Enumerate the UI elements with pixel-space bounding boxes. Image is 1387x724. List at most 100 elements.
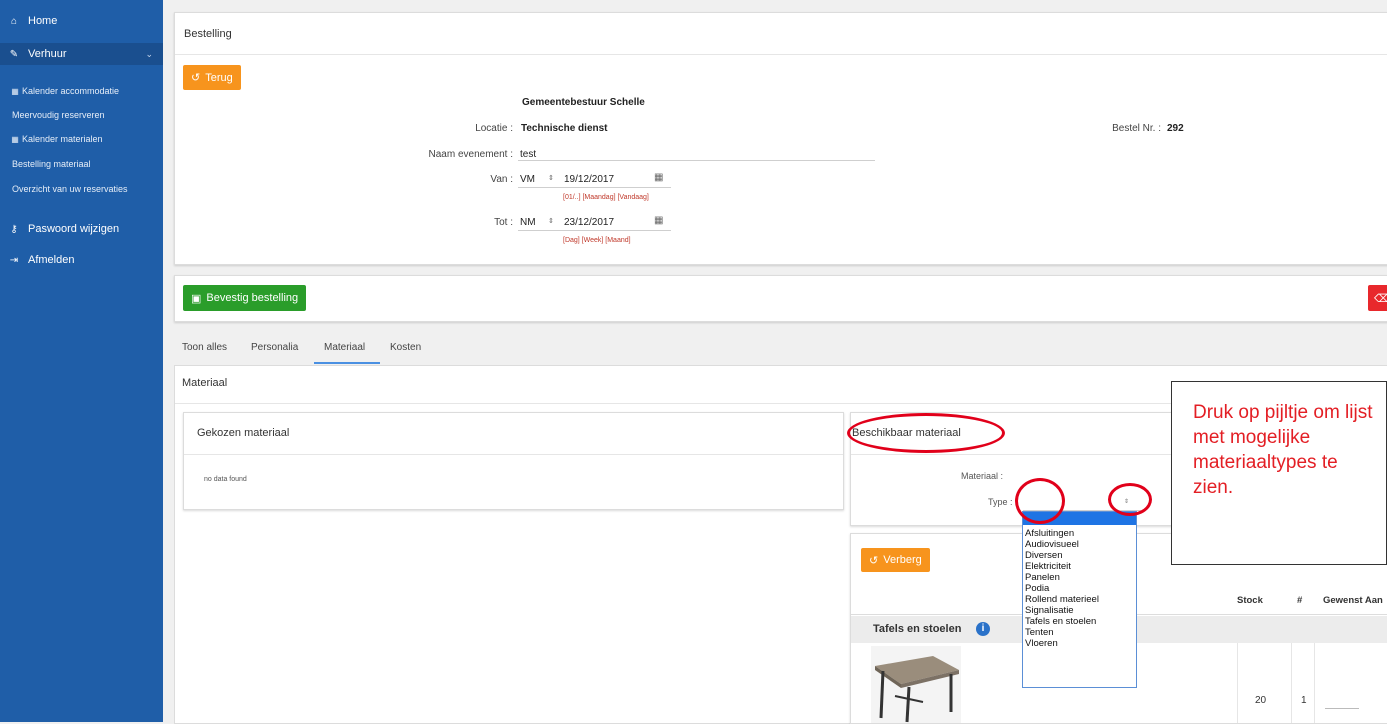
divider [851,454,1181,455]
sidebar-item-label: Verhuur [28,48,67,60]
tab-materiaal[interactable]: Materiaal [324,342,365,353]
dropdown-option[interactable]: Tenten [1023,627,1136,638]
sidebar-item-verhuur[interactable]: ✎ Verhuur ⌄ [0,43,163,65]
from-daypart-select[interactable]: VM [520,174,535,185]
delete-button[interactable]: ⌫ [1368,285,1387,311]
hide-button[interactable]: ↺ Verberg [861,548,930,572]
event-label: Naam evenement : [428,149,514,160]
chevron-down-icon: ⌄ [145,48,153,59]
sidebar-item-label: Afmelden [28,254,75,266]
chosen-material-panel: Gekozen materiaal no data found [183,412,844,510]
divider [184,454,843,455]
sidebar-item-bestelling-materiaal[interactable]: Bestelling materiaal [0,159,163,169]
dropdown-option[interactable]: Elektriciteit [1023,561,1136,572]
info-icon[interactable]: i [976,622,990,636]
wanted-quantity-input[interactable] [1325,708,1359,709]
updown-icon: ⇕ [548,218,554,225]
dropdown-option[interactable]: Panelen [1023,572,1136,583]
organisation-name: Gemeentebestuur Schelle [522,97,645,108]
trash-icon: ⌫ [1374,292,1387,305]
sidebar-item-home[interactable]: ⌂ Home [0,10,163,32]
tab-personalia[interactable]: Personalia [251,342,298,353]
to-label: Tot : [494,217,513,228]
empty-message: no data found [204,476,247,483]
to-daypart-select[interactable]: NM [520,217,536,228]
col-header-wanted: Gewenst Aan [1323,595,1383,606]
hide-button-label: Verberg [883,554,922,566]
dropdown-option[interactable]: Audiovisueel [1023,539,1136,550]
category-title: Tafels en stoelen [873,623,962,635]
highlight-ring-dropdown-arrow [1108,483,1152,516]
col-header-hash: # [1297,595,1303,606]
from-label: Van : [490,174,513,185]
callout-text: Druk op pijltje om lijst met mogelijke m… [1193,402,1373,498]
save-icon: ▣ [191,292,202,305]
dropdown-option[interactable]: Tafels en stoelen [1023,616,1136,627]
sidebar-item-overzicht[interactable]: Overzicht van uw reservaties [0,184,163,194]
sidebar-item-label: Meervoudig reserveren [12,110,105,120]
col-header-stock: Stock [1237,595,1263,606]
order-panel: Bestelling [174,12,1387,265]
stock-value: 20 [1255,695,1267,706]
key-icon: ⚷ [10,223,18,235]
highlight-ring-available-title [847,413,1005,453]
type-label: Type : [988,497,1013,507]
count-value: 1 [1301,695,1307,706]
tab-toon-alles[interactable]: Toon alles [182,342,227,353]
to-shortcuts[interactable]: [Dag] [Week] [Maand] [563,237,631,244]
divider [1237,643,1238,723]
panel-title: Bestelling [184,28,232,40]
sidebar-item-paswoord[interactable]: ⚷ Paswoord wijzigen [0,218,163,240]
highlight-ring-type-label [1015,478,1065,524]
undo-icon: ↺ [191,72,201,84]
sidebar-item-label: Bestelling materiaal [12,159,91,169]
location-label: Locatie : [475,123,513,134]
sidebar-item-label: Overzicht van uw reservaties [12,184,128,194]
back-button-label: Terug [205,71,233,84]
sidebar-item-meervoudig-reserveren[interactable]: Meervoudig reserveren [0,110,163,120]
event-field[interactable]: test [520,149,536,160]
confirm-order-label: Bevestig bestelling [206,292,299,304]
location-value: Technische dienst [521,123,608,134]
to-underline [518,230,671,231]
active-tab-indicator [314,362,380,364]
calendar-icon: ▦ [11,86,19,96]
back-button[interactable]: ↺ Terug [183,65,241,90]
sidebar-item-afmelden[interactable]: ⇥ Afmelden [0,249,163,271]
dropdown-option[interactable]: Diversen [1023,550,1136,561]
logout-icon: ⇥ [9,254,19,266]
action-panel [174,275,1387,322]
dropdown-option[interactable]: Signalisatie [1023,605,1136,616]
from-date-field[interactable]: 19/12/2017 [564,174,614,185]
dropdown-option[interactable]: Afsluitingen [1023,528,1136,539]
sidebar-item-label: Home [28,15,58,27]
divider [1314,643,1315,723]
sidebar-item-kalender-materialen[interactable]: ▦ Kalender materialen [0,134,163,144]
type-dropdown-list[interactable]: Afsluitingen Audiovisueel Diversen Elekt… [1022,511,1137,688]
to-date-field[interactable]: 23/12/2017 [564,217,614,228]
calendar-icon[interactable]: ▦ [654,215,663,226]
calendar-icon[interactable]: ▦ [654,172,663,183]
table-product-image [871,646,961,723]
chosen-material-title: Gekozen materiaal [197,427,290,439]
divider [175,54,1387,55]
material-section-title: Materiaal [182,377,228,389]
from-shortcuts[interactable]: [01/..] [Maandag] [Vandaag] [563,194,649,201]
order-nr-value: 292 [1167,123,1184,134]
calendar-icon: ▦ [11,134,19,144]
home-icon: ⌂ [10,15,18,27]
confirm-order-button[interactable]: ▣ Bevestig bestelling [183,285,307,311]
sidebar-item-label: Paswoord wijzigen [28,223,120,235]
event-field-underline [518,160,875,161]
order-nr-label: Bestel Nr. : [1112,123,1161,134]
tab-kosten[interactable]: Kosten [390,342,421,353]
from-underline [518,187,671,188]
dropdown-option[interactable]: Podia [1023,583,1136,594]
annotation-callout: Druk op pijltje om lijst met mogelijke m… [1171,381,1387,565]
edit-icon: ✎ [9,48,19,60]
sidebar-item-label: Kalender accommodatie [22,86,120,96]
dropdown-option[interactable]: Vloeren [1023,638,1136,649]
material-label: Materiaal : [961,471,1004,481]
dropdown-option[interactable]: Rollend materieel [1023,594,1136,605]
sidebar-item-kalender-accommodatie[interactable]: ▦ Kalender accommodatie [0,86,163,96]
